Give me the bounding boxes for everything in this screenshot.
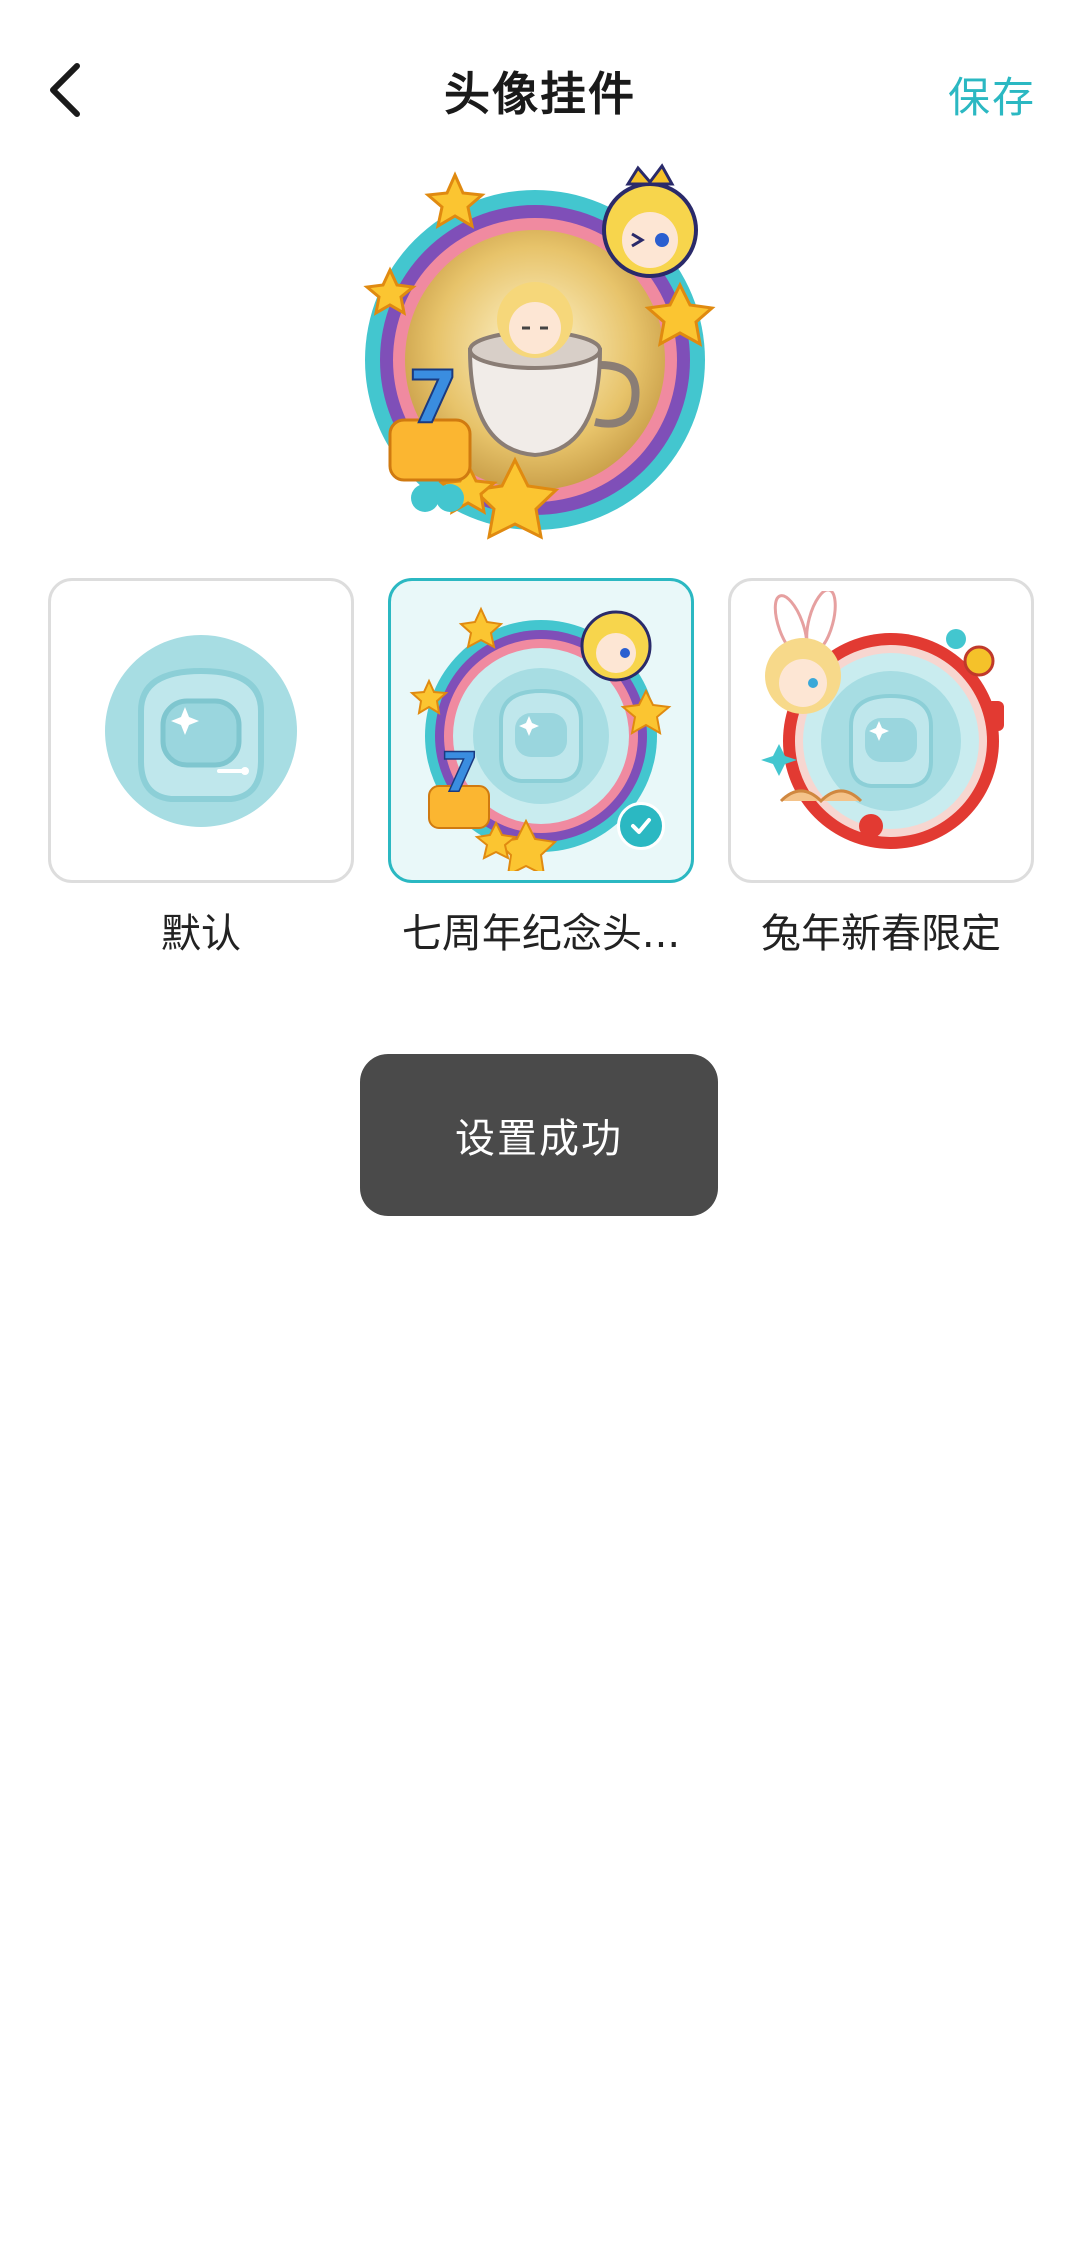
rabbit-new-year-frame-icon [761,590,1004,849]
top-bar: 头像挂件 保存 [0,0,1080,180]
toast-message: 设置成功 [360,1054,718,1216]
check-icon [631,818,651,834]
option-seventh-anniversary[interactable]: 7 七周年纪念头... [388,578,694,959]
page-title: 头像挂件 [444,67,636,121]
svg-text:7: 7 [441,741,479,804]
option-rabbit-new-year[interactable]: 兔年新春限定 [728,578,1034,959]
option-card[interactable] [728,578,1034,883]
save-button[interactable]: 保存 [948,64,1036,125]
option-card[interactable]: 7 [388,578,694,883]
svg-text:7: 7 [408,355,458,439]
pendant-options: 默认 7 七周年纪念头... 兔年新春限定 [48,578,1038,958]
option-label: 默认 [161,911,241,957]
selected-check-badge [617,802,665,850]
avatar-preview: 7 [350,160,730,550]
option-card[interactable] [48,578,354,883]
astronaut-helmet-icon [105,634,297,827]
option-label: 七周年纪念头... [401,911,681,957]
option-default[interactable]: 默认 [48,578,354,959]
avatar-pendant-preview-image: 7 [363,163,716,540]
option-label: 兔年新春限定 [761,911,1001,957]
